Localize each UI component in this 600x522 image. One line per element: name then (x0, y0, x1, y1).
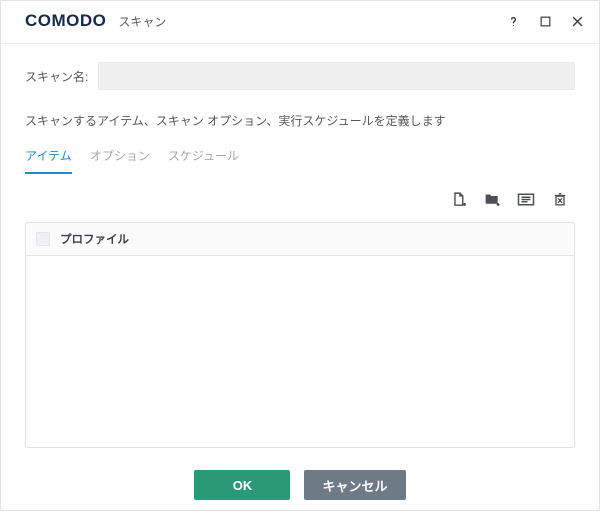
add-file-icon (450, 191, 467, 208)
subtitle-text: スキャンするアイテム、スキャン オプション、実行スケジュールを定義します (25, 112, 575, 129)
tab-schedule[interactable]: スケジュール (168, 147, 239, 174)
cancel-button[interactable]: キャンセル (304, 470, 405, 500)
add-area-button[interactable] (517, 190, 535, 208)
items-panel: プロファイル (25, 174, 575, 448)
ok-button[interactable]: OK (194, 470, 290, 500)
tab-options[interactable]: オプション (90, 147, 150, 174)
tabs-row: アイテム オプション スケジュール (25, 147, 575, 174)
profile-list: プロファイル (25, 222, 575, 448)
title-bar: COMODO スキャン (1, 1, 599, 44)
tab-items[interactable]: アイテム (25, 147, 72, 174)
help-button[interactable] (501, 9, 525, 33)
window-title: スキャン (118, 13, 166, 30)
profile-list-header: プロファイル (26, 223, 574, 256)
panel-toolbar (25, 174, 575, 222)
comodo-logo: COMODO (25, 11, 106, 31)
scan-name-row: スキャン名: (25, 62, 575, 90)
scan-name-input[interactable] (98, 62, 575, 90)
profile-column-header: プロファイル (60, 231, 129, 247)
title-controls (501, 9, 589, 33)
close-icon (570, 14, 585, 29)
help-icon (506, 14, 521, 29)
add-folder-icon (483, 191, 501, 208)
content-area: スキャン名: スキャンするアイテム、スキャン オプション、実行スケジュールを定義… (1, 44, 599, 522)
close-button[interactable] (565, 9, 589, 33)
title-left: COMODO スキャン (25, 11, 166, 31)
maximize-icon (539, 15, 552, 28)
trash-icon (552, 191, 568, 208)
scan-name-label: スキャン名: (25, 68, 88, 85)
add-area-icon (517, 192, 535, 207)
maximize-button[interactable] (533, 9, 557, 33)
scan-dialog-window: COMODO スキャン (0, 0, 600, 511)
delete-button[interactable] (551, 190, 569, 208)
select-all-checkbox[interactable] (36, 232, 50, 246)
profile-list-body (26, 256, 574, 447)
add-folder-button[interactable] (483, 190, 501, 208)
add-file-button[interactable] (449, 190, 467, 208)
